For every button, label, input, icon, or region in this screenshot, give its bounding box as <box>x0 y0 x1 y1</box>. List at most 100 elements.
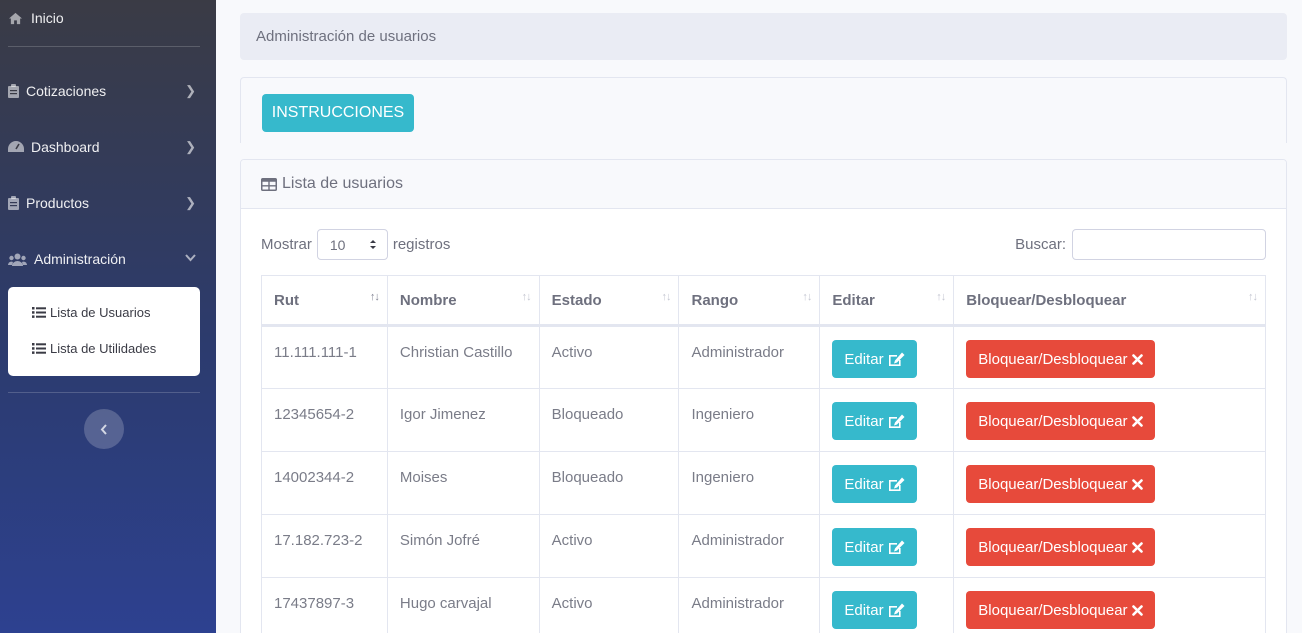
show-label: Mostrar <box>261 236 312 253</box>
chevron-down-icon <box>185 253 196 265</box>
cell-bloquear: Bloquear/Desbloquear <box>953 388 1266 452</box>
cell-editar: Editar <box>819 514 955 578</box>
table-row: 17437897-3 Hugo carvajal Activo Administ… <box>261 577 1266 633</box>
close-icon <box>1131 353 1143 365</box>
block-toggle-button[interactable]: Bloquear/Desbloquear <box>966 591 1155 629</box>
submenu-item-usuarios[interactable]: Lista de Usuarios <box>8 301 200 323</box>
block-toggle-button[interactable]: Bloquear/Desbloquear <box>966 340 1155 378</box>
nav-dashboard-label: Dashboard <box>31 139 100 155</box>
nav-home-label: Inicio <box>31 10 64 26</box>
table-row: 14002344-2 Moises Bloqueado Ingeniero Ed… <box>261 451 1266 515</box>
sort-icon: ↑↓ <box>521 291 532 303</box>
users-icon <box>8 253 32 266</box>
cell-editar: Editar <box>819 577 955 633</box>
column-header-editar[interactable]: Editar ↑↓ <box>819 275 955 327</box>
edit-button[interactable]: Editar <box>832 528 917 566</box>
sidebar-divider <box>8 392 200 393</box>
instructions-button[interactable]: INSTRUCCIONES <box>262 94 414 132</box>
cell-editar: Editar <box>819 451 955 515</box>
instructions-card: INSTRUCCIONES <box>240 77 1287 143</box>
sidebar-divider <box>8 46 200 47</box>
breadcrumb: Administración de usuarios <box>240 13 1287 60</box>
breadcrumb-label: Administración de usuarios <box>256 28 437 45</box>
table-row: 12345654-2 Igor Jimenez Bloqueado Ingeni… <box>261 388 1266 452</box>
edit-button[interactable]: Editar <box>832 591 917 629</box>
sidebar-toggle-button[interactable] <box>84 409 124 449</box>
cell-bloquear: Bloquear/Desbloquear <box>953 325 1266 389</box>
edit-button[interactable]: Editar <box>832 402 917 440</box>
admin-submenu: Lista de Usuarios Lista de Utilidades <box>8 287 200 376</box>
nav-cotizaciones[interactable]: Cotizaciones ❯ <box>0 81 216 101</box>
cell-rango: Administrador <box>678 325 821 389</box>
sort-icon: ↑↓ <box>661 291 671 303</box>
cell-nombre: Moises <box>386 451 540 515</box>
column-header-nombre[interactable]: Nombre ↑↓ <box>386 275 540 327</box>
table-row: 17.182.723-2 Simón Jofré Activo Administ… <box>261 514 1266 578</box>
edit-icon <box>888 540 905 555</box>
chevron-right-icon: ❯ <box>185 83 196 98</box>
cell-rango: Ingeniero <box>678 451 821 515</box>
list-icon <box>32 342 48 354</box>
cell-rut: 17.182.723-2 <box>261 514 388 578</box>
edit-icon <box>888 477 905 492</box>
edit-button[interactable]: Editar <box>832 340 917 378</box>
chevron-left-icon <box>100 423 108 435</box>
block-toggle-button[interactable]: Bloquear/Desbloquear <box>966 528 1155 566</box>
edit-icon <box>888 603 905 618</box>
card-title: Lista de usuarios <box>282 175 403 192</box>
sort-icon: ↑↓ <box>936 291 946 303</box>
block-toggle-button[interactable]: Bloquear/Desbloquear <box>966 465 1155 503</box>
users-list-card: Lista de usuarios Mostrar 10 registros B… <box>240 159 1287 633</box>
close-icon <box>1131 604 1143 616</box>
nav-cotizaciones-label: Cotizaciones <box>26 83 107 99</box>
close-icon <box>1131 478 1143 490</box>
table-icon <box>261 177 277 191</box>
column-header-bloquear[interactable]: Bloquear/Desbloquear ↑↓ <box>953 275 1266 327</box>
submenu-item-label: Lista de Usuarios <box>50 304 151 320</box>
cell-rut: 11.111.111-1 <box>261 325 388 389</box>
nav-administracion-label: Administración <box>34 251 126 267</box>
page-size-select[interactable]: 10 <box>316 229 388 260</box>
edit-button[interactable]: Editar <box>832 465 917 503</box>
cell-rut: 14002344-2 <box>261 451 388 515</box>
column-header-estado[interactable]: Estado ↑↓ <box>538 275 680 327</box>
cell-estado: Bloqueado <box>538 388 680 452</box>
cell-nombre: Christian Castillo <box>386 325 540 389</box>
cell-bloquear: Bloquear/Desbloquear <box>953 451 1266 515</box>
search-input[interactable] <box>1072 229 1266 260</box>
submenu-item-utilidades[interactable]: Lista de Utilidades <box>8 337 200 359</box>
cell-editar: Editar <box>819 388 955 452</box>
card-header: Lista de usuarios <box>241 160 1286 209</box>
nav-productos[interactable]: Productos ❯ <box>0 193 216 213</box>
table-header-row: Rut ↑↓ Nombre ↑↓ Estado ↑↓ Rango ↑↓ Editar ↑↓… <box>261 275 1266 327</box>
cell-bloquear: Bloquear/Desbloquear <box>953 577 1266 633</box>
cell-rango: Administrador <box>678 514 821 578</box>
cell-estado: Bloqueado <box>538 451 680 515</box>
cell-estado: Activo <box>538 577 680 633</box>
nav-dashboard[interactable]: Dashboard ❯ <box>0 137 216 157</box>
sort-asc-icon: ↑↓ <box>369 291 380 303</box>
page-size-control: Mostrar 10 registros <box>261 229 450 260</box>
select-arrows-icon <box>369 239 377 250</box>
clipboard-icon <box>8 196 26 210</box>
search-control: Buscar: <box>1015 229 1266 260</box>
column-header-rut[interactable]: Rut ↑↓ <box>261 275 388 327</box>
nav-home[interactable]: Inicio <box>0 8 216 28</box>
tachometer-icon <box>8 141 26 153</box>
cell-rut: 12345654-2 <box>261 388 388 452</box>
cell-editar: Editar <box>819 325 955 389</box>
edit-icon <box>888 352 905 367</box>
close-icon <box>1131 415 1143 427</box>
home-icon <box>8 12 26 25</box>
cell-rut: 17437897-3 <box>261 577 388 633</box>
column-header-rango[interactable]: Rango ↑↓ <box>678 275 821 327</box>
cell-estado: Activo <box>538 514 680 578</box>
cell-nombre: Igor Jimenez <box>386 388 540 452</box>
chevron-right-icon: ❯ <box>185 139 196 154</box>
nav-administracion[interactable]: Administración <box>0 249 216 269</box>
cell-rango: Administrador <box>678 577 821 633</box>
list-icon <box>32 306 48 318</box>
cell-rango: Ingeniero <box>678 388 821 452</box>
cell-estado: Activo <box>538 325 680 389</box>
block-toggle-button[interactable]: Bloquear/Desbloquear <box>966 402 1155 440</box>
